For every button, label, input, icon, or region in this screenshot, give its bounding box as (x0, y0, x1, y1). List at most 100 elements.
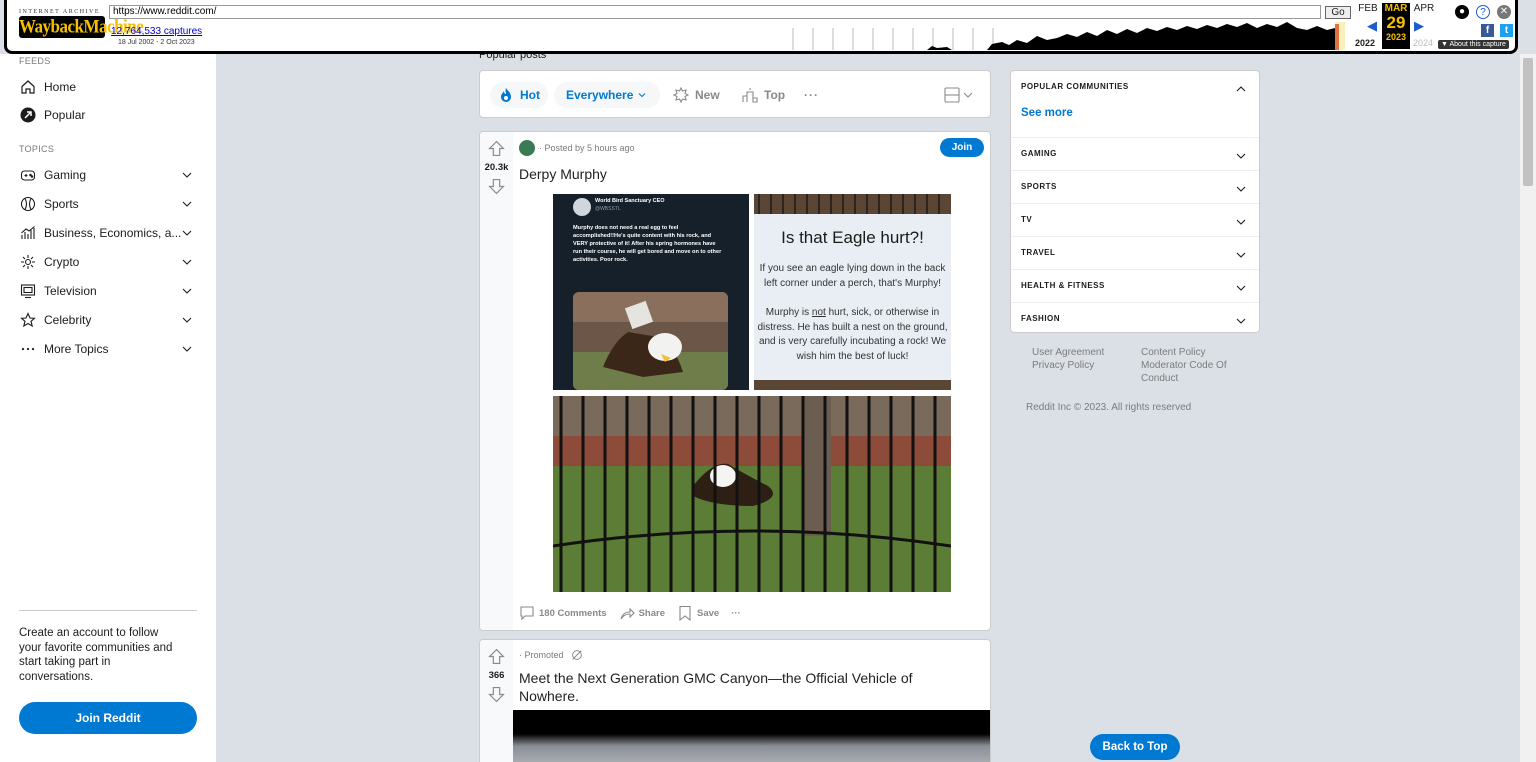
back-to-top-button[interactable]: Back to Top (1090, 734, 1180, 760)
save-button[interactable]: Save (677, 605, 719, 621)
eagle-photo[interactable] (553, 396, 951, 592)
chevron-up-icon[interactable] (1233, 81, 1249, 97)
comments-button[interactable]: 180 Comments (519, 605, 607, 621)
sidebar-item-label: Crypto (44, 255, 80, 269)
downvote-icon[interactable] (488, 178, 505, 195)
sign-text-not: not (811, 307, 826, 318)
chevron-down-icon[interactable] (179, 167, 195, 183)
sidebar-item-sports[interactable]: Sports (19, 193, 197, 215)
chevron-down-icon (1236, 153, 1246, 159)
wayback-captures-link[interactable]: 12,764,533 captures (111, 26, 202, 37)
facebook-icon[interactable]: f (1481, 24, 1494, 37)
user-icon[interactable]: ● (1455, 5, 1469, 19)
wayback-current-capture[interactable]: MAR 29 2023 (1382, 3, 1410, 49)
user-agreement-link[interactable]: User Agreement (1032, 346, 1104, 359)
community-category-label: TV (1021, 215, 1033, 224)
sort-hot-button[interactable]: Hot (490, 82, 548, 108)
community-category-gaming[interactable]: GAMING (1011, 137, 1259, 170)
feeds-section-label: FEEDS (19, 56, 51, 66)
privacy-policy-link[interactable]: Privacy Policy (1032, 359, 1104, 372)
comment-icon (520, 606, 534, 621)
sidebar-item-gaming[interactable]: Gaming (19, 164, 197, 186)
community-category-travel[interactable]: TRAVEL (1011, 236, 1259, 269)
vote-count: 20.3k (484, 162, 509, 173)
chevron-down-icon[interactable] (179, 341, 195, 357)
wayback-prev-month[interactable]: FEB (1355, 3, 1381, 14)
sidebar-item-celebrity[interactable]: Celebrity (19, 309, 197, 331)
next-capture-arrow-icon[interactable]: ▶ (1414, 18, 1424, 34)
chevron-down-icon[interactable] (179, 196, 195, 212)
chevron-down-icon[interactable] (179, 254, 195, 270)
wayback-prev-year[interactable]: 2022 (1355, 38, 1375, 48)
community-category-health-fitness[interactable]: HEALTH & FITNESS (1011, 269, 1259, 302)
wayback-sparkline[interactable] (787, 18, 1353, 50)
sidebar-item-television[interactable]: Television (19, 280, 197, 302)
promoted-icon (571, 650, 582, 660)
upvote-icon[interactable] (488, 140, 505, 157)
moderator-code-link[interactable]: Moderator Code Of Conduct (1141, 359, 1241, 385)
tv-icon (19, 282, 37, 300)
wayback-toolbar: INTERNET ARCHIVE WaybackMachine https://… (4, 0, 1518, 54)
sort-new-button[interactable]: New (673, 82, 720, 108)
community-category-label: GAMING (1021, 149, 1057, 158)
flame-icon (501, 88, 511, 102)
prev-capture-arrow-icon[interactable]: ◀ (1367, 18, 1377, 34)
wayback-next-year[interactable]: 2024 (1413, 38, 1433, 48)
community-category-fashion[interactable]: FASHION (1011, 302, 1259, 335)
wayback-next-month[interactable]: APR (1411, 3, 1437, 14)
community-category-tv[interactable]: TV (1011, 203, 1259, 236)
ball-icon (19, 195, 37, 213)
share-button[interactable]: Share (619, 605, 665, 621)
tweet-handle: @WBSSTL (595, 206, 621, 212)
sidebar-item-label: Sports (44, 197, 79, 211)
sidebar-item-label: Business, Economics, a... (44, 226, 182, 240)
chevron-down-icon[interactable] (179, 312, 195, 328)
sign-image[interactable]: Is that Eagle hurt?! If you see an eagle… (754, 194, 951, 390)
post-title[interactable]: Meet the Next Generation GMC Canyon—the … (519, 669, 959, 705)
popular-communities-header: POPULAR COMMUNITIES (1021, 82, 1129, 91)
wayback-url-input[interactable]: https://www.reddit.com/ (109, 5, 1321, 19)
chevron-down-icon[interactable] (179, 225, 195, 241)
twitter-icon[interactable]: t (1500, 24, 1513, 37)
page-scrollbar[interactable] (1520, 54, 1536, 762)
chevron-down-icon[interactable] (179, 283, 195, 299)
downvote-icon[interactable] (488, 686, 505, 703)
community-category-label: SPORTS (1021, 182, 1057, 191)
sign-text-1: If you see an eagle lying down in the ba… (759, 263, 946, 289)
subreddit-avatar[interactable] (519, 140, 535, 156)
tweet-eagle-photo (573, 292, 728, 390)
tweet-screenshot-image[interactable]: World Bird Sanctuary CEO @WBSSTL Murphy … (553, 194, 749, 390)
sort-top-button[interactable]: Top (742, 82, 785, 108)
sidebar-item-popular[interactable]: Popular (19, 104, 197, 126)
view-layout-icon[interactable] (944, 85, 976, 105)
post-card[interactable]: 20.3k · Posted by 5 hours ago Join Derpy… (479, 131, 991, 631)
promoted-video-thumbnail[interactable] (513, 710, 990, 762)
comments-count: 180 Comments (539, 607, 607, 619)
sidebar-item-home[interactable]: Home (19, 76, 197, 98)
join-reddit-button[interactable]: Join Reddit (19, 702, 197, 734)
content-policy-link[interactable]: Content Policy (1141, 346, 1241, 359)
tweet-author: World Bird Sanctuary CEO (595, 198, 665, 204)
help-icon[interactable]: ? (1476, 5, 1490, 19)
post-meta-text: · Posted by 5 hours ago (539, 143, 635, 153)
sort-hot-label: Hot (520, 88, 540, 102)
vote-column: 20.3k (480, 132, 513, 630)
wayback-logo-text: WaybackMachine (19, 16, 144, 37)
post-more-button[interactable]: ··· (731, 608, 741, 619)
sidebar-item-more-topics[interactable]: More Topics (19, 338, 197, 360)
wayback-about-capture[interactable]: ▼ About this capture (1438, 40, 1509, 49)
bookmark-icon (679, 605, 691, 621)
upvote-icon[interactable] (488, 648, 505, 665)
scrollbar-thumb[interactable] (1523, 58, 1533, 186)
sidebar-item-crypto[interactable]: Crypto (19, 251, 197, 273)
post-title[interactable]: Derpy Murphy (519, 165, 607, 183)
close-icon[interactable]: ✕ (1497, 5, 1511, 19)
sidebar-item-business[interactable]: Business, Economics, a... (19, 222, 197, 244)
promoted-post-card[interactable]: 366 · Promoted Meet the Next Generation … (479, 639, 991, 762)
join-subreddit-button[interactable]: Join (940, 138, 984, 157)
community-category-sports[interactable]: SPORTS (1011, 170, 1259, 203)
see-more-link[interactable]: See more (1021, 107, 1073, 119)
location-dropdown[interactable]: Everywhere (554, 82, 661, 108)
sort-more-button[interactable]: ··· (804, 82, 819, 108)
wayback-logo[interactable]: WaybackMachine (19, 16, 144, 38)
